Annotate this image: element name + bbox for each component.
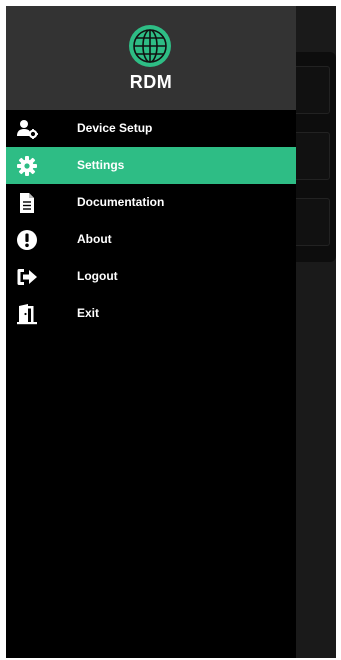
drawer-menu: Device Setup Settings Documentation Abou… <box>6 110 296 332</box>
menu-item-about[interactable]: About <box>6 221 296 258</box>
app-screen: RDM Device Setup Settings Documentation … <box>6 6 336 658</box>
menu-label-settings: Settings <box>77 158 125 172</box>
exit-door-icon <box>17 304 37 325</box>
menu-label-documentation: Documentation <box>77 195 165 209</box>
menu-label-about: About <box>77 232 112 246</box>
exclamation-circle-icon <box>17 230 37 250</box>
menu-item-exit[interactable]: Exit <box>6 295 296 332</box>
menu-label-device-setup: Device Setup <box>77 121 153 135</box>
navigation-drawer: RDM Device Setup Settings Documentation … <box>6 6 296 658</box>
app-logo-text: RDM <box>129 72 173 92</box>
gear-icon <box>17 156 37 176</box>
globe-logo-icon <box>129 25 171 67</box>
user-gear-icon <box>17 120 38 139</box>
menu-item-settings[interactable]: Settings <box>6 147 296 184</box>
menu-item-documentation[interactable]: Documentation <box>6 184 296 221</box>
menu-label-exit: Exit <box>77 306 100 320</box>
document-icon <box>20 193 34 213</box>
menu-item-device-setup[interactable]: Device Setup <box>6 110 296 147</box>
drawer-header: RDM <box>6 6 296 110</box>
menu-item-logout[interactable]: Logout <box>6 258 296 295</box>
logout-arrow-icon <box>17 269 37 285</box>
menu-label-logout: Logout <box>77 269 118 283</box>
